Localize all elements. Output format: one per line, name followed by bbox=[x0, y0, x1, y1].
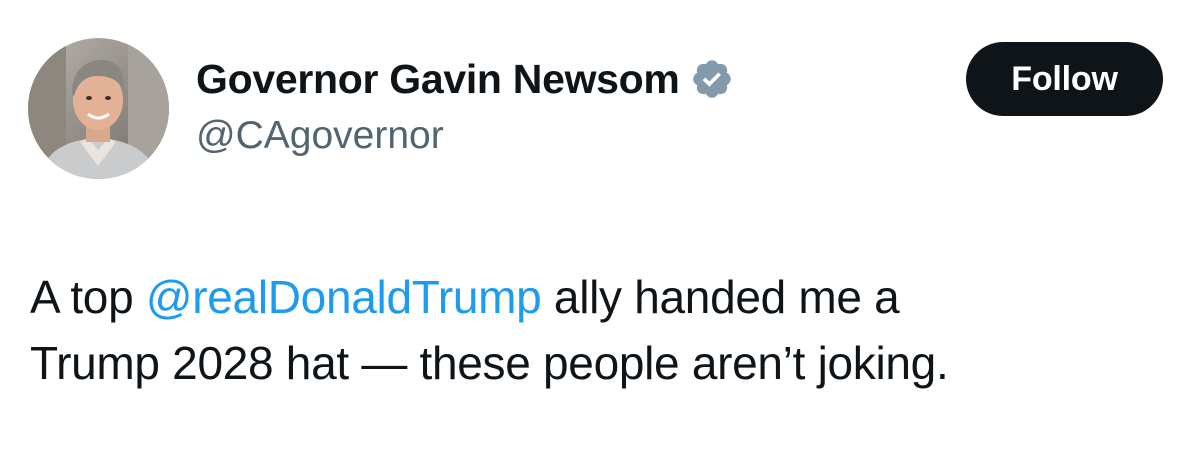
tweet-text-part: A top bbox=[30, 271, 146, 323]
tweet-card: Governor Gavin Newsom @CAgovernor Follow… bbox=[0, 0, 1179, 450]
verified-badge-icon bbox=[690, 57, 734, 101]
avatar-photo bbox=[28, 38, 169, 179]
tweet-text: A top @realDonaldTrump ally handed me a … bbox=[30, 264, 1150, 396]
author-name-row: Governor Gavin Newsom bbox=[196, 54, 734, 104]
tweet-text-line-2: Trump 2028 hat — these people aren’t jok… bbox=[30, 337, 949, 389]
author-handle[interactable]: @CAgovernor bbox=[196, 114, 444, 158]
follow-button[interactable]: Follow bbox=[966, 42, 1163, 116]
mention-link[interactable]: @realDonaldTrump bbox=[146, 271, 542, 323]
tweet-text-part: ally handed me a bbox=[541, 271, 900, 323]
author-display-name[interactable]: Governor Gavin Newsom bbox=[196, 56, 680, 103]
avatar[interactable] bbox=[28, 38, 169, 179]
